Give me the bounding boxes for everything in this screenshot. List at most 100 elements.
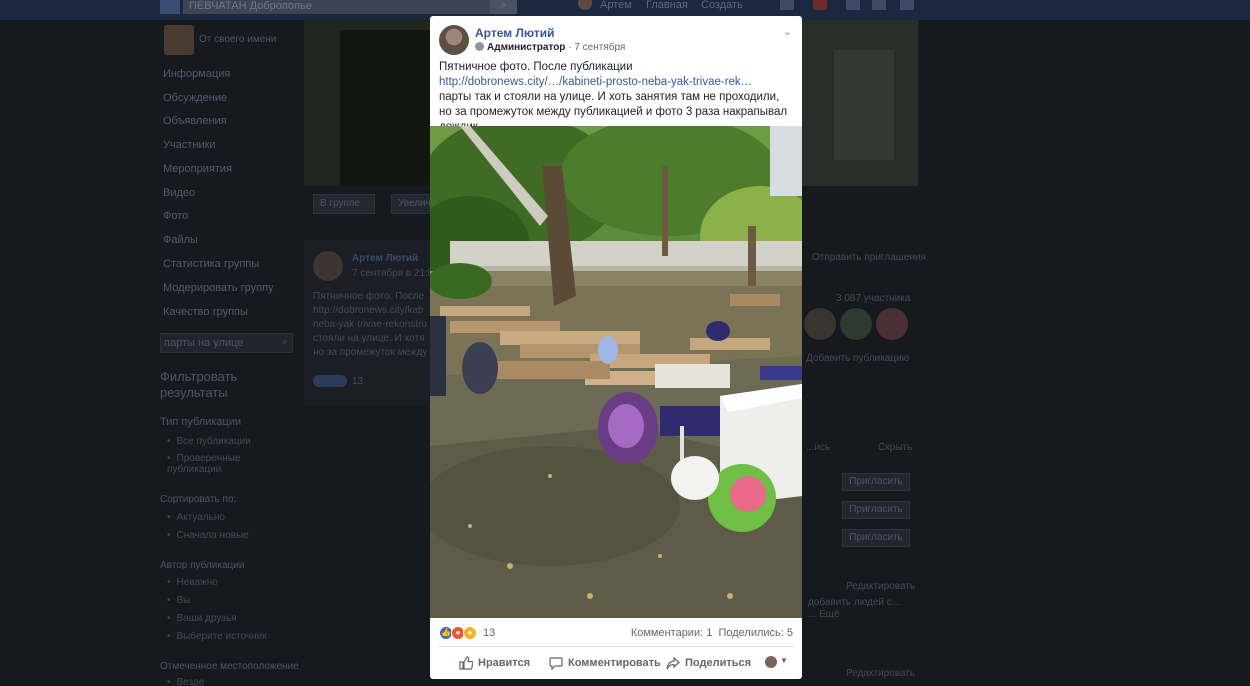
- add-post-button[interactable]: Добавить публикацию: [806, 353, 909, 364]
- author-option-friends[interactable]: Ваши друзья: [167, 613, 237, 624]
- sad-reaction-icon: ●: [463, 626, 477, 640]
- edit-link-2[interactable]: Редактировать: [846, 668, 915, 679]
- reaction-count: 13: [352, 376, 364, 387]
- member-avatar[interactable]: [876, 308, 908, 340]
- post-line: http://dobronews.city/kab: [313, 305, 424, 316]
- post-text-intro: Пятничное фото. После публикации: [439, 61, 633, 73]
- sidebar-item-events[interactable]: Мероприятия: [163, 163, 232, 175]
- comments-shares: Комментарии: 1 Поделились: 5: [631, 627, 793, 639]
- author-option-you[interactable]: Вы: [167, 595, 191, 606]
- search-button[interactable]: ⌕: [490, 0, 517, 14]
- nav-create-link[interactable]: Создать: [701, 0, 743, 11]
- place-heading: Отмеченное местоположение: [160, 661, 299, 672]
- notifications-icon[interactable]: [846, 0, 860, 10]
- post-line: neba-yak-trivae-rekonstru: [313, 319, 427, 330]
- react-as-avatar[interactable]: [765, 656, 777, 668]
- invite-button[interactable]: Пригласить: [842, 501, 910, 519]
- author-role: Администратор: [487, 42, 566, 53]
- schoolyard-desks-photo: [430, 126, 802, 618]
- reaction-icons: [313, 375, 347, 387]
- post-date: 7 сентября в 21:07: [352, 268, 439, 279]
- sort-option-relevant[interactable]: Актуально: [167, 512, 225, 523]
- react-as-caret-icon[interactable]: ▼: [780, 656, 788, 665]
- reaction-count[interactable]: 13: [483, 627, 495, 639]
- share-button[interactable]: Поделиться: [666, 656, 751, 670]
- menu-caret-icon[interactable]: [900, 0, 914, 10]
- filter-more[interactable]: Увеличить: [391, 194, 431, 214]
- thumbs-up-icon: [459, 656, 473, 670]
- invite-button[interactable]: Пригласить: [842, 529, 910, 547]
- top-search-input[interactable]: ПЕВЧАТАН Доброполье: [183, 0, 517, 14]
- help-icon[interactable]: [872, 0, 886, 10]
- member-avatar[interactable]: [840, 308, 872, 340]
- edit-link[interactable]: Редактировать: [846, 581, 915, 592]
- post-stats: 👍 ● ● 13 Комментарии: 1 Поделились: 5: [439, 625, 793, 641]
- facebook-logo-icon[interactable]: [160, 0, 180, 14]
- sidebar-item-discussion[interactable]: Обсуждение: [163, 92, 227, 104]
- comment-button[interactable]: Комментировать: [549, 656, 661, 670]
- sort-option-newest[interactable]: Сначала новые: [167, 530, 249, 541]
- post-text: Пятничное фото. После публикации http://…: [439, 60, 791, 135]
- background-post: Артем Лютий 7 сентября в 21:07 Пятничное…: [304, 240, 439, 405]
- post-type-option-all[interactable]: Все публикации: [167, 436, 251, 447]
- author-avatar[interactable]: [439, 25, 469, 55]
- place-option-anywhere[interactable]: Везде: [167, 677, 205, 686]
- sidebar-item-quality[interactable]: Качество группы: [163, 306, 248, 318]
- post-options-chevron-icon[interactable]: ⌄: [783, 25, 792, 38]
- author-option-choose[interactable]: Выберите источник: [167, 631, 267, 642]
- share-icon: [666, 656, 680, 670]
- sidebar-item-video[interactable]: Видео: [163, 187, 195, 199]
- share-label: Поделиться: [685, 657, 752, 669]
- sidebar-item-members[interactable]: Участники: [163, 139, 216, 151]
- post-line: Пятничное фото. После: [313, 291, 425, 302]
- like-label: Нравится: [478, 657, 531, 669]
- add-people-label: добавить людей с...: [808, 597, 901, 608]
- post-type-option-verified[interactable]: Проверенные публикации: [167, 453, 257, 475]
- comment-label: Комментировать: [568, 657, 661, 669]
- members-count: 3 087 участника: [836, 293, 911, 304]
- group-search-input[interactable]: парты на улице ⌕: [160, 333, 293, 353]
- post-line: стояли на улице. И хотя: [313, 333, 425, 344]
- author-option-any[interactable]: Неважно: [167, 577, 218, 588]
- more-link[interactable]: ... Ещё: [808, 609, 840, 620]
- invite-button[interactable]: Пригласить: [842, 473, 910, 491]
- search-icon: ⌕: [281, 336, 288, 348]
- invite-title: Отправить приглашения: [812, 252, 926, 263]
- group-avatar[interactable]: [164, 25, 194, 55]
- sidebar-item-stats[interactable]: Статистика группы: [163, 258, 259, 270]
- profile-avatar[interactable]: [578, 0, 592, 10]
- sidebar-item-announcements[interactable]: Объявления: [163, 115, 227, 127]
- like-button[interactable]: Нравится: [459, 656, 530, 670]
- admin-badge-icon: [475, 42, 484, 51]
- post-line: но за промежуток между: [313, 347, 428, 358]
- messages-icon[interactable]: [813, 0, 827, 10]
- meta-separator: ·: [568, 42, 572, 53]
- post-date-link[interactable]: 7 сентября: [574, 42, 625, 53]
- author-name-link[interactable]: Артем Лютий: [475, 26, 554, 40]
- post-link[interactable]: http://dobronews.city/…/kabineti-prosto-…: [439, 76, 752, 88]
- sort-heading: Сортировать по:: [160, 494, 237, 505]
- post-meta: Администратор · 7 сентября: [475, 42, 625, 53]
- sidebar-item-info[interactable]: Информация: [163, 68, 230, 80]
- shares-count-link[interactable]: Поделились: 5: [718, 627, 793, 639]
- sidebar-item-files[interactable]: Файлы: [163, 234, 198, 246]
- actions-divider: [439, 646, 793, 647]
- comments-count-link[interactable]: Комментарии: 1: [631, 627, 713, 639]
- filter-heading: Фильтровать результаты: [160, 369, 238, 400]
- post-photo[interactable]: [430, 126, 802, 618]
- post-card: Артем Лютий Администратор · 7 сентября ⌄…: [430, 16, 802, 679]
- post-actions: Нравится Комментировать Поделиться ▼: [430, 652, 802, 674]
- author-heading: Автор публикации: [160, 560, 245, 571]
- nav-home-link[interactable]: Главная: [646, 0, 688, 11]
- misc-label: ...ись: [806, 442, 831, 453]
- post-as-label[interactable]: От своего имени: [199, 34, 276, 45]
- sidebar-item-moderate[interactable]: Модерировать группу: [163, 282, 274, 294]
- filter-in-group[interactable]: В группе: [313, 194, 375, 214]
- nav-profile-link[interactable]: Артем: [600, 0, 632, 11]
- post-type-heading: Тип публикации: [160, 416, 242, 428]
- friends-icon[interactable]: [780, 0, 794, 10]
- sidebar-item-photos[interactable]: Фото: [163, 210, 188, 222]
- member-avatar[interactable]: [804, 308, 836, 340]
- comment-icon: [549, 657, 563, 670]
- hide-link[interactable]: Скрыть: [878, 442, 912, 453]
